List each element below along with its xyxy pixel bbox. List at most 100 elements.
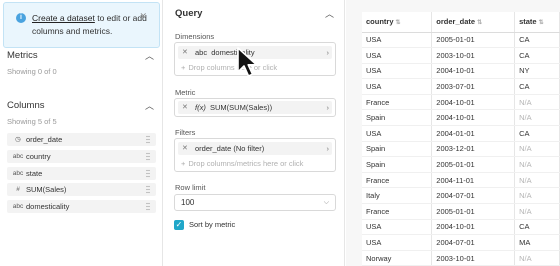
table-cell: 2005-01-01 xyxy=(431,32,516,49)
table-cell: 2004-10-01 xyxy=(431,63,516,80)
column-item-country[interactable]: abc country xyxy=(7,150,156,163)
columns-section-title[interactable]: Columns xyxy=(7,100,45,111)
table-cell: CA xyxy=(514,219,560,236)
table-row: France 2004-11-01 N/A xyxy=(362,172,560,189)
table-cell: France xyxy=(362,172,433,189)
drop-hint-text: Drop columns/metrics here or click xyxy=(188,159,304,168)
table-cell: Spain xyxy=(362,141,433,158)
table-cell: CA xyxy=(514,47,560,64)
filters-label: Filters xyxy=(175,128,196,137)
table-cell: N/A xyxy=(514,109,560,127)
column-header-order-date[interactable]: order_date ⇅ xyxy=(431,12,516,33)
table-cell: France xyxy=(362,94,433,111)
column-label: country xyxy=(26,152,51,161)
drag-handle-icon[interactable] xyxy=(146,152,150,161)
sort-icon[interactable]: ⇅ xyxy=(396,20,401,26)
table-cell: USA xyxy=(362,234,433,251)
column-label: SUM(Sales) xyxy=(26,185,67,194)
pill-label: order_date (No filter) xyxy=(195,144,265,153)
clock-icon: ◷ xyxy=(15,136,21,143)
column-header-state[interactable]: state ⇅ xyxy=(514,12,560,33)
table-cell: 2003-07-01 xyxy=(431,78,516,95)
sort-by-metric-checkbox[interactable]: ✓ xyxy=(174,220,184,230)
results-table: country ⇅ order_date ⇅ state ⇅ USA 2005-01-0… xyxy=(362,12,560,266)
chevron-right-icon[interactable]: › xyxy=(327,46,330,59)
table-cell: N/A xyxy=(514,250,560,266)
table-cell: MA xyxy=(514,234,560,251)
row-limit-select[interactable]: 100 ⌵ xyxy=(174,194,336,211)
table-cell: 2005-01-01 xyxy=(431,156,516,173)
table-header-row: country ⇅ order_date ⇅ state ⇅ xyxy=(362,12,560,33)
string-type-icon: abc xyxy=(12,203,24,210)
chevron-up-icon[interactable]: ︿ xyxy=(145,49,154,62)
table-cell: 2004-07-01 xyxy=(431,187,516,205)
table-row: Norway 2003-10-01 N/A xyxy=(362,250,560,266)
table-row: USA 2003-10-01 CA xyxy=(362,47,560,64)
remove-icon[interactable]: ✕ xyxy=(182,46,188,59)
column-item-state[interactable]: abc state xyxy=(7,167,156,180)
filter-pill[interactable]: ✕ order_date (No filter) › xyxy=(178,142,332,155)
chevron-up-icon[interactable]: ︿ xyxy=(325,7,334,20)
table-cell: 2003-10-01 xyxy=(431,250,516,266)
filters-dropzone[interactable]: ✕ order_date (No filter) › + Drop columns… xyxy=(174,138,336,172)
table-row: Spain 2004-10-01 N/A xyxy=(362,109,560,127)
column-label: order_date xyxy=(26,135,63,144)
chevron-up-icon[interactable]: ︿ xyxy=(145,99,154,112)
drag-handle-icon[interactable] xyxy=(146,185,150,194)
table-cell: 2003-10-01 xyxy=(431,47,516,64)
table-row: Spain 2005-01-01 N/A xyxy=(362,156,560,173)
table-cell: 2004-10-01 xyxy=(431,94,516,111)
table-cell: Norway xyxy=(362,250,433,266)
metric-dropzone[interactable]: ✕ f(x) SUM(SUM(Sales)) › xyxy=(174,98,336,117)
table-cell: Spain xyxy=(362,109,433,127)
table-cell: USA xyxy=(362,63,433,80)
drop-hint-text: Drop columns here or click xyxy=(188,63,278,72)
close-icon[interactable]: ✕ xyxy=(139,10,147,23)
table-cell: N/A xyxy=(514,141,560,158)
plus-icon: + xyxy=(181,63,186,72)
column-item-order-date[interactable]: ◷ order_date xyxy=(7,133,156,146)
function-icon: f(x) xyxy=(195,103,206,112)
remove-icon[interactable]: ✕ xyxy=(182,101,188,114)
columns-count: Showing 5 of 5 xyxy=(7,117,57,126)
drag-handle-icon[interactable] xyxy=(146,169,150,178)
table-cell: N/A xyxy=(514,203,560,220)
table-cell: 2005-01-01 xyxy=(431,203,516,220)
table-cell: USA xyxy=(362,47,433,64)
column-header-country[interactable]: country ⇅ xyxy=(362,12,433,33)
table-cell: 2004-11-01 xyxy=(431,172,516,189)
chevron-down-icon: ⌵ xyxy=(323,199,329,206)
string-type-icon: abc xyxy=(12,170,24,177)
metric-pill[interactable]: ✕ f(x) SUM(SUM(Sales)) › xyxy=(178,101,332,114)
table-cell: USA xyxy=(362,78,433,95)
chevron-right-icon[interactable]: › xyxy=(327,142,330,155)
table-row: USA 2004-10-01 NY xyxy=(362,63,560,80)
table-cell: 2004-01-01 xyxy=(431,125,516,142)
chevron-right-icon[interactable]: › xyxy=(327,101,330,114)
filters-drop-hint[interactable]: + Drop columns/metrics here or click xyxy=(181,157,303,170)
row-limit-value: 100 xyxy=(181,198,195,207)
create-dataset-link[interactable]: Create a dataset xyxy=(32,13,95,23)
column-label: state xyxy=(26,169,43,178)
sort-icon[interactable]: ⇅ xyxy=(477,20,482,26)
table-cell: Italy xyxy=(362,187,433,205)
metrics-section-title[interactable]: Metrics xyxy=(7,50,38,61)
info-icon: i xyxy=(16,13,26,23)
table-cell: N/A xyxy=(514,156,560,173)
table-row: USA 2005-01-01 CA xyxy=(362,32,560,49)
string-type-icon: abc xyxy=(12,153,24,160)
column-item-sum-sales[interactable]: # SUM(Sales) xyxy=(7,183,156,196)
table-cell: CA xyxy=(514,125,560,142)
drag-handle-icon[interactable] xyxy=(146,202,150,211)
table-cell: CA xyxy=(514,32,560,49)
remove-icon[interactable]: ✕ xyxy=(182,142,188,155)
query-section-title[interactable]: Query xyxy=(175,8,202,19)
drag-handle-icon[interactable] xyxy=(146,135,150,144)
sort-by-metric-label[interactable]: Sort by metric xyxy=(189,220,235,230)
results-panel: country ⇅ order_date ⇅ state ⇅ USA 2005-01-0… xyxy=(346,0,560,266)
dimensions-drop-hint[interactable]: + Drop columns here or click xyxy=(181,61,277,74)
table-cell: N/A xyxy=(514,172,560,189)
pill-label: SUM(SUM(Sales)) xyxy=(210,103,273,112)
column-item-domesticality[interactable]: abc domesticality xyxy=(7,200,156,213)
sort-icon[interactable]: ⇅ xyxy=(539,20,544,26)
